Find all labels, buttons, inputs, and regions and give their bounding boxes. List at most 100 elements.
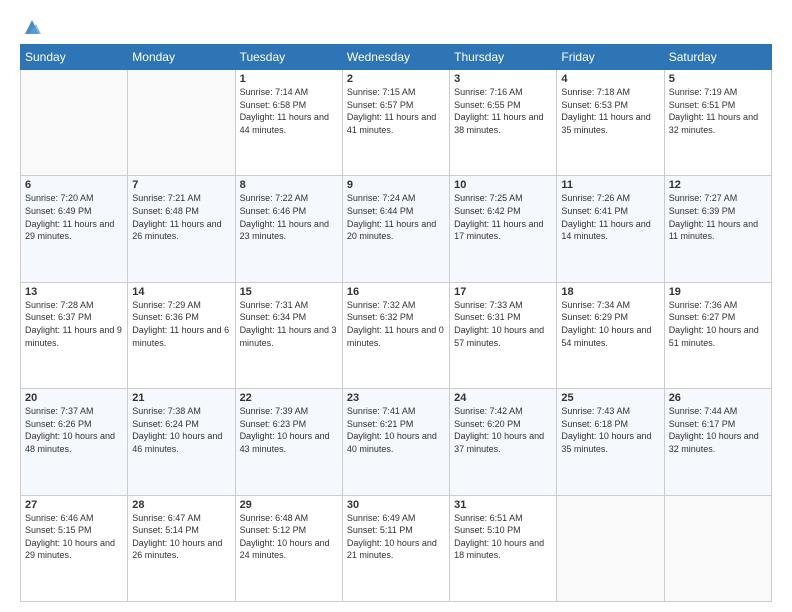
calendar-day-header: Sunday [21,45,128,70]
calendar-cell: 2Sunrise: 7:15 AM Sunset: 6:57 PM Daylig… [342,70,449,176]
calendar-week-row: 20Sunrise: 7:37 AM Sunset: 6:26 PM Dayli… [21,389,772,495]
calendar-cell: 12Sunrise: 7:27 AM Sunset: 6:39 PM Dayli… [664,176,771,282]
calendar-day-header: Thursday [450,45,557,70]
day-info: Sunrise: 7:16 AM Sunset: 6:55 PM Dayligh… [454,86,552,136]
calendar-week-row: 6Sunrise: 7:20 AM Sunset: 6:49 PM Daylig… [21,176,772,282]
day-number: 13 [25,286,123,298]
day-info: Sunrise: 7:27 AM Sunset: 6:39 PM Dayligh… [669,192,767,242]
day-number: 6 [25,179,123,191]
calendar-day-header: Friday [557,45,664,70]
day-info: Sunrise: 7:44 AM Sunset: 6:17 PM Dayligh… [669,405,767,455]
calendar-cell: 4Sunrise: 7:18 AM Sunset: 6:53 PM Daylig… [557,70,664,176]
day-number: 5 [669,73,767,85]
day-info: Sunrise: 7:26 AM Sunset: 6:41 PM Dayligh… [561,192,659,242]
day-number: 26 [669,392,767,404]
day-info: Sunrise: 7:14 AM Sunset: 6:58 PM Dayligh… [240,86,338,136]
day-number: 25 [561,392,659,404]
day-number: 1 [240,73,338,85]
day-info: Sunrise: 7:43 AM Sunset: 6:18 PM Dayligh… [561,405,659,455]
calendar-day-header: Tuesday [235,45,342,70]
calendar-cell: 30Sunrise: 6:49 AM Sunset: 5:11 PM Dayli… [342,495,449,601]
page: SundayMondayTuesdayWednesdayThursdayFrid… [0,0,792,612]
day-number: 24 [454,392,552,404]
calendar-cell: 16Sunrise: 7:32 AM Sunset: 6:32 PM Dayli… [342,282,449,388]
day-number: 12 [669,179,767,191]
calendar-day-header: Wednesday [342,45,449,70]
header [20,18,772,34]
day-info: Sunrise: 6:49 AM Sunset: 5:11 PM Dayligh… [347,512,445,562]
day-info: Sunrise: 7:37 AM Sunset: 6:26 PM Dayligh… [25,405,123,455]
calendar-cell: 18Sunrise: 7:34 AM Sunset: 6:29 PM Dayli… [557,282,664,388]
day-info: Sunrise: 7:25 AM Sunset: 6:42 PM Dayligh… [454,192,552,242]
day-number: 9 [347,179,445,191]
day-info: Sunrise: 7:34 AM Sunset: 6:29 PM Dayligh… [561,299,659,349]
calendar-cell: 5Sunrise: 7:19 AM Sunset: 6:51 PM Daylig… [664,70,771,176]
day-info: Sunrise: 7:15 AM Sunset: 6:57 PM Dayligh… [347,86,445,136]
calendar-cell: 15Sunrise: 7:31 AM Sunset: 6:34 PM Dayli… [235,282,342,388]
calendar-cell: 24Sunrise: 7:42 AM Sunset: 6:20 PM Dayli… [450,389,557,495]
day-info: Sunrise: 7:22 AM Sunset: 6:46 PM Dayligh… [240,192,338,242]
day-number: 2 [347,73,445,85]
calendar-table: SundayMondayTuesdayWednesdayThursdayFrid… [20,44,772,602]
calendar-cell: 13Sunrise: 7:28 AM Sunset: 6:37 PM Dayli… [21,282,128,388]
day-info: Sunrise: 6:51 AM Sunset: 5:10 PM Dayligh… [454,512,552,562]
day-info: Sunrise: 7:29 AM Sunset: 6:36 PM Dayligh… [132,299,230,349]
calendar-cell: 8Sunrise: 7:22 AM Sunset: 6:46 PM Daylig… [235,176,342,282]
calendar-cell: 1Sunrise: 7:14 AM Sunset: 6:58 PM Daylig… [235,70,342,176]
calendar-cell [664,495,771,601]
day-number: 4 [561,73,659,85]
calendar-cell: 14Sunrise: 7:29 AM Sunset: 6:36 PM Dayli… [128,282,235,388]
calendar-day-header: Saturday [664,45,771,70]
calendar-header-row: SundayMondayTuesdayWednesdayThursdayFrid… [21,45,772,70]
day-info: Sunrise: 7:42 AM Sunset: 6:20 PM Dayligh… [454,405,552,455]
day-number: 8 [240,179,338,191]
day-info: Sunrise: 7:24 AM Sunset: 6:44 PM Dayligh… [347,192,445,242]
day-number: 17 [454,286,552,298]
calendar-cell: 3Sunrise: 7:16 AM Sunset: 6:55 PM Daylig… [450,70,557,176]
day-number: 3 [454,73,552,85]
day-info: Sunrise: 7:41 AM Sunset: 6:21 PM Dayligh… [347,405,445,455]
calendar-cell: 11Sunrise: 7:26 AM Sunset: 6:41 PM Dayli… [557,176,664,282]
logo-icon [21,16,43,38]
calendar-cell: 26Sunrise: 7:44 AM Sunset: 6:17 PM Dayli… [664,389,771,495]
day-info: Sunrise: 7:32 AM Sunset: 6:32 PM Dayligh… [347,299,445,349]
day-info: Sunrise: 7:31 AM Sunset: 6:34 PM Dayligh… [240,299,338,349]
calendar-cell: 25Sunrise: 7:43 AM Sunset: 6:18 PM Dayli… [557,389,664,495]
calendar-cell: 6Sunrise: 7:20 AM Sunset: 6:49 PM Daylig… [21,176,128,282]
day-info: Sunrise: 6:48 AM Sunset: 5:12 PM Dayligh… [240,512,338,562]
day-number: 28 [132,499,230,511]
day-number: 7 [132,179,230,191]
day-info: Sunrise: 7:33 AM Sunset: 6:31 PM Dayligh… [454,299,552,349]
calendar-week-row: 13Sunrise: 7:28 AM Sunset: 6:37 PM Dayli… [21,282,772,388]
calendar-day-header: Monday [128,45,235,70]
day-number: 10 [454,179,552,191]
calendar-cell: 31Sunrise: 6:51 AM Sunset: 5:10 PM Dayli… [450,495,557,601]
day-number: 18 [561,286,659,298]
day-info: Sunrise: 7:20 AM Sunset: 6:49 PM Dayligh… [25,192,123,242]
day-number: 15 [240,286,338,298]
day-info: Sunrise: 7:36 AM Sunset: 6:27 PM Dayligh… [669,299,767,349]
calendar-week-row: 1Sunrise: 7:14 AM Sunset: 6:58 PM Daylig… [21,70,772,176]
calendar-cell: 9Sunrise: 7:24 AM Sunset: 6:44 PM Daylig… [342,176,449,282]
calendar-cell: 19Sunrise: 7:36 AM Sunset: 6:27 PM Dayli… [664,282,771,388]
calendar-cell [21,70,128,176]
day-number: 19 [669,286,767,298]
calendar-cell: 28Sunrise: 6:47 AM Sunset: 5:14 PM Dayli… [128,495,235,601]
day-number: 21 [132,392,230,404]
day-info: Sunrise: 7:21 AM Sunset: 6:48 PM Dayligh… [132,192,230,242]
calendar-cell: 29Sunrise: 6:48 AM Sunset: 5:12 PM Dayli… [235,495,342,601]
calendar-cell: 20Sunrise: 7:37 AM Sunset: 6:26 PM Dayli… [21,389,128,495]
calendar-cell: 22Sunrise: 7:39 AM Sunset: 6:23 PM Dayli… [235,389,342,495]
calendar-cell: 21Sunrise: 7:38 AM Sunset: 6:24 PM Dayli… [128,389,235,495]
day-number: 14 [132,286,230,298]
calendar-cell: 7Sunrise: 7:21 AM Sunset: 6:48 PM Daylig… [128,176,235,282]
day-info: Sunrise: 7:28 AM Sunset: 6:37 PM Dayligh… [25,299,123,349]
day-number: 27 [25,499,123,511]
day-info: Sunrise: 7:19 AM Sunset: 6:51 PM Dayligh… [669,86,767,136]
day-number: 20 [25,392,123,404]
calendar-cell: 10Sunrise: 7:25 AM Sunset: 6:42 PM Dayli… [450,176,557,282]
day-info: Sunrise: 6:46 AM Sunset: 5:15 PM Dayligh… [25,512,123,562]
day-number: 30 [347,499,445,511]
day-info: Sunrise: 7:39 AM Sunset: 6:23 PM Dayligh… [240,405,338,455]
calendar-cell [557,495,664,601]
